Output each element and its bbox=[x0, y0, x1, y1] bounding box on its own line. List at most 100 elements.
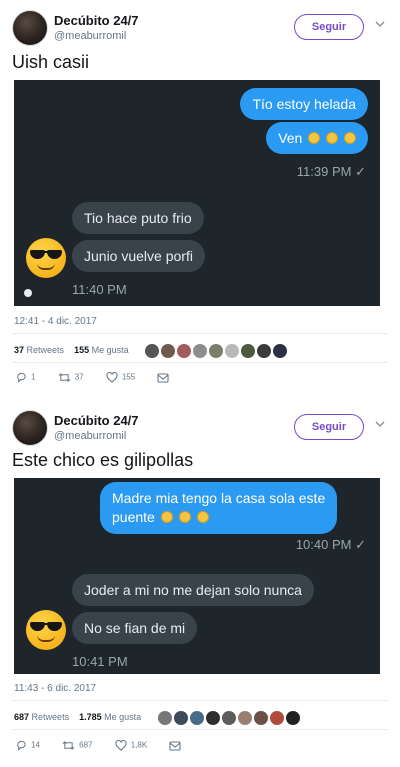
tweet-card: Decúbito 24/7 @meaburromil Seguir Uish c… bbox=[0, 0, 400, 395]
message-time: 10:41 PM bbox=[72, 654, 128, 669]
message-time-text: 11:39 PM bbox=[296, 164, 352, 179]
outgoing-message: Ven bbox=[266, 122, 368, 154]
tweet-header: Decúbito 24/7 @meaburromil Seguir bbox=[12, 10, 388, 46]
likes-count[interactable]: 155 bbox=[74, 345, 89, 355]
tweet-stats: 687 Retweets 1.785 Me gusta bbox=[14, 712, 141, 722]
author-handle[interactable]: @meaburromil bbox=[54, 30, 126, 42]
relieved-emoji-icon bbox=[178, 511, 191, 523]
avatar[interactable] bbox=[145, 343, 159, 358]
relieved-emoji-icon bbox=[344, 132, 356, 144]
tweet-stats: 37 Retweets 155 Me gusta bbox=[14, 345, 129, 355]
likers-avatars bbox=[145, 342, 289, 358]
avatar[interactable] bbox=[273, 343, 287, 358]
contact-dot-icon bbox=[24, 289, 32, 297]
reply-icon bbox=[17, 740, 26, 751]
avatar[interactable] bbox=[190, 710, 204, 725]
tweet-timestamp[interactable]: 11:43 - 6 dic. 2017 bbox=[14, 683, 96, 694]
tweet-card: Decúbito 24/7 @meaburromil Seguir Este c… bbox=[0, 400, 400, 767]
likes-label[interactable]: Me gusta bbox=[104, 712, 141, 722]
chevron-down-icon[interactable] bbox=[374, 418, 386, 430]
incoming-message: Tio hace puto frio bbox=[72, 202, 204, 234]
chat-screenshot: Madre mia tengo la casa sola este puente… bbox=[14, 478, 380, 674]
tweet-header: Decúbito 24/7 @meaburromil Seguir bbox=[12, 410, 388, 446]
avatar[interactable] bbox=[177, 343, 191, 358]
avatar[interactable] bbox=[174, 710, 188, 725]
avatar[interactable] bbox=[238, 710, 252, 725]
relieved-emoji-icon bbox=[326, 132, 339, 144]
avatar[interactable] bbox=[286, 710, 300, 725]
retweets-count[interactable]: 687 bbox=[14, 712, 29, 722]
outgoing-message: Madre mia tengo la casa sola este puente bbox=[100, 482, 338, 534]
avatar[interactable] bbox=[206, 710, 220, 725]
check-icon: ✓ bbox=[355, 537, 366, 552]
avatar[interactable] bbox=[257, 343, 271, 358]
chat-screenshot: Tío estoy helada Ven 11:39 PM ✓ Tio hace… bbox=[14, 80, 380, 306]
retweets-label[interactable]: Retweets bbox=[27, 345, 65, 355]
message-time: 11:39 PM ✓ bbox=[297, 164, 366, 180]
retweets-label[interactable]: Retweets bbox=[32, 712, 70, 722]
message-time: 10:40 PM ✓ bbox=[296, 537, 366, 553]
dm-button[interactable] bbox=[157, 372, 173, 383]
likers-avatars bbox=[158, 709, 302, 725]
divider bbox=[12, 333, 388, 334]
message-text: Madre mia tengo la casa sola este bbox=[112, 490, 326, 506]
incoming-message: Junio vuelve porfi bbox=[72, 240, 205, 272]
message-text: puente bbox=[112, 509, 155, 525]
avatar[interactable] bbox=[12, 10, 48, 46]
author-name[interactable]: Decúbito 24/7 bbox=[54, 413, 139, 428]
dm-button[interactable] bbox=[169, 740, 185, 751]
avatar[interactable] bbox=[222, 710, 236, 725]
message-text: Ven bbox=[278, 130, 303, 146]
author-handle[interactable]: @meaburromil bbox=[54, 430, 126, 442]
sunglasses-emoji-icon bbox=[26, 610, 66, 650]
avatar[interactable] bbox=[254, 710, 268, 725]
dm-icon bbox=[169, 740, 181, 751]
incoming-message: Joder a mi no me dejan solo nunca bbox=[72, 574, 314, 606]
message-time-text: 10:40 PM bbox=[295, 537, 352, 552]
relieved-emoji-icon bbox=[196, 511, 209, 523]
chevron-down-icon[interactable] bbox=[374, 18, 386, 30]
retweet-icon bbox=[62, 741, 75, 750]
message-time: 11:40 PM bbox=[72, 282, 127, 297]
avatar[interactable] bbox=[161, 343, 175, 358]
tweet-timestamp[interactable]: 12:41 - 4 dic. 2017 bbox=[14, 316, 97, 327]
like-count: 155 bbox=[121, 372, 136, 382]
avatar[interactable] bbox=[12, 410, 48, 446]
avatar[interactable] bbox=[270, 710, 284, 725]
divider bbox=[12, 729, 388, 730]
retweet-icon bbox=[58, 373, 71, 382]
avatar[interactable] bbox=[193, 343, 207, 358]
reply-icon bbox=[17, 372, 26, 383]
like-icon bbox=[115, 739, 127, 751]
tweet-text: Este chico es gilipollas bbox=[12, 450, 194, 470]
avatar[interactable] bbox=[158, 710, 172, 725]
tweet-actions: 14 687 1,8K bbox=[16, 739, 205, 751]
sunglasses-emoji-icon bbox=[26, 238, 66, 278]
retweet-count: 687 bbox=[79, 740, 93, 750]
like-button[interactable]: 155 bbox=[106, 371, 136, 383]
like-count: 1,8K bbox=[130, 740, 148, 750]
retweet-button[interactable]: 37 bbox=[58, 372, 84, 383]
incoming-message: No se fian de mi bbox=[72, 612, 198, 644]
avatar[interactable] bbox=[225, 343, 239, 358]
likes-label[interactable]: Me gusta bbox=[92, 345, 129, 355]
avatar[interactable] bbox=[241, 343, 255, 358]
tweet-text: Uish casii bbox=[12, 52, 90, 72]
tweet-actions: 1 37 155 bbox=[16, 371, 193, 383]
author-name[interactable]: Decúbito 24/7 bbox=[54, 13, 139, 28]
dm-icon bbox=[157, 372, 169, 383]
like-button[interactable]: 1,8K bbox=[115, 739, 148, 751]
reply-button[interactable]: 14 bbox=[16, 740, 40, 751]
follow-button[interactable]: Seguir bbox=[294, 14, 364, 40]
avatar[interactable] bbox=[209, 343, 223, 358]
retweet-button[interactable]: 687 bbox=[62, 740, 93, 751]
reply-button[interactable]: 1 bbox=[16, 372, 35, 383]
like-icon bbox=[106, 371, 118, 383]
relieved-emoji-icon bbox=[308, 132, 321, 144]
likes-count[interactable]: 1.785 bbox=[79, 712, 102, 722]
divider bbox=[12, 700, 388, 701]
reply-count: 1 bbox=[31, 372, 36, 382]
retweets-count[interactable]: 37 bbox=[14, 345, 24, 355]
check-icon: ✓ bbox=[355, 164, 366, 179]
follow-button[interactable]: Seguir bbox=[294, 414, 364, 440]
